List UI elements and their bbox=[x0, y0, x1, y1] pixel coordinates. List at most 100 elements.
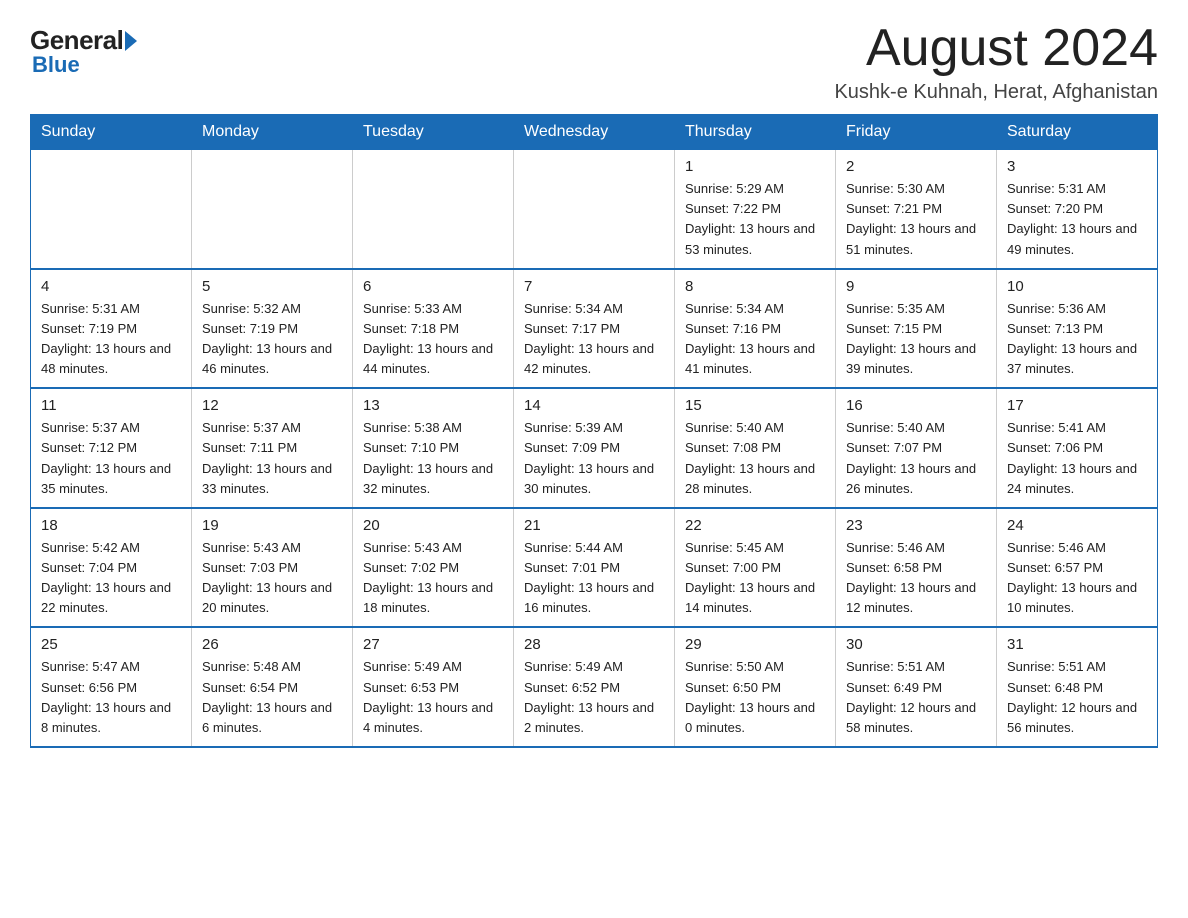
calendar-cell: 3 Sunrise: 5:31 AMSunset: 7:20 PMDaylight… bbox=[997, 150, 1158, 269]
day-info: Sunrise: 5:42 AMSunset: 7:04 PMDaylight:… bbox=[41, 538, 181, 619]
page-header: General Blue August 2024 Kushk-e Kuhnah,… bbox=[30, 20, 1158, 104]
calendar-week-row: 25 Sunrise: 5:47 AMSunset: 6:56 PMDayligh… bbox=[31, 627, 1158, 747]
calendar-cell: 2Sunrise: 5:30 AMSunset: 7:21 PMDaylight… bbox=[836, 150, 997, 269]
day-info: Sunrise: 5:51 AMSunset: 6:49 PMDaylight:… bbox=[846, 657, 986, 738]
day-info: Sunrise: 5:44 AMSunset: 7:01 PMDaylight:… bbox=[524, 538, 664, 619]
calendar-cell: 25 Sunrise: 5:47 AMSunset: 6:56 PMDayligh… bbox=[31, 627, 192, 747]
calendar-cell: 21 Sunrise: 5:44 AMSunset: 7:01 PMDayligh… bbox=[514, 508, 675, 628]
calendar-cell: 9 Sunrise: 5:35 AMSunset: 7:15 PMDaylight… bbox=[836, 269, 997, 389]
calendar-cell: 4Sunrise: 5:31 AMSunset: 7:19 PMDaylight… bbox=[31, 269, 192, 389]
calendar-body: 1 Sunrise: 5:29 AMSunset: 7:22 PMDaylight… bbox=[31, 150, 1158, 747]
calendar-table: SundayMondayTuesdayWednesdayThursdayFrid… bbox=[30, 114, 1158, 748]
day-info: Sunrise: 5:49 AMSunset: 6:52 PMDaylight:… bbox=[524, 657, 664, 738]
day-info: Sunrise: 5:51 AMSunset: 6:48 PMDaylight:… bbox=[1007, 657, 1147, 738]
logo: General Blue bbox=[30, 20, 138, 78]
day-info: Sunrise: 5:34 AMSunset: 7:17 PMDaylight:… bbox=[524, 299, 664, 380]
day-number: 23 bbox=[846, 517, 986, 534]
calendar-cell: 18 Sunrise: 5:42 AMSunset: 7:04 PMDayligh… bbox=[31, 508, 192, 628]
title-block: August 2024 Kushk-e Kuhnah, Herat, Afgha… bbox=[834, 20, 1158, 104]
logo-triangle-icon bbox=[125, 31, 137, 51]
day-info: Sunrise: 5:46 AMSunset: 6:57 PMDaylight:… bbox=[1007, 538, 1147, 619]
calendar-cell: 27 Sunrise: 5:49 AMSunset: 6:53 PMDayligh… bbox=[353, 627, 514, 747]
day-number: 26 bbox=[202, 636, 342, 653]
calendar-cell: 11 Sunrise: 5:37 AMSunset: 7:12 PMDayligh… bbox=[31, 388, 192, 508]
day-number: 13 bbox=[363, 397, 503, 414]
day-number: 21 bbox=[524, 517, 664, 534]
calendar-cell: 28 Sunrise: 5:49 AMSunset: 6:52 PMDayligh… bbox=[514, 627, 675, 747]
calendar-cell: 30 Sunrise: 5:51 AMSunset: 6:49 PMDayligh… bbox=[836, 627, 997, 747]
day-number: 1 bbox=[685, 158, 825, 175]
calendar-cell: 22 Sunrise: 5:45 AMSunset: 7:00 PMDayligh… bbox=[675, 508, 836, 628]
calendar-cell: 10Sunrise: 5:36 AMSunset: 7:13 PMDayligh… bbox=[997, 269, 1158, 389]
calendar-cell: 17 Sunrise: 5:41 AMSunset: 7:06 PMDayligh… bbox=[997, 388, 1158, 508]
calendar-cell: 5 Sunrise: 5:32 AMSunset: 7:19 PMDaylight… bbox=[192, 269, 353, 389]
calendar-cell: 15 Sunrise: 5:40 AMSunset: 7:08 PMDayligh… bbox=[675, 388, 836, 508]
day-number: 30 bbox=[846, 636, 986, 653]
day-info: Sunrise: 5:35 AMSunset: 7:15 PMDaylight:… bbox=[846, 299, 986, 380]
day-info: Sunrise: 5:43 AMSunset: 7:03 PMDaylight:… bbox=[202, 538, 342, 619]
day-number: 24 bbox=[1007, 517, 1147, 534]
day-number: 29 bbox=[685, 636, 825, 653]
day-of-week-header: Saturday bbox=[997, 115, 1158, 150]
day-number: 3 bbox=[1007, 158, 1147, 175]
day-number: 22 bbox=[685, 517, 825, 534]
day-info: Sunrise: 5:41 AMSunset: 7:06 PMDaylight:… bbox=[1007, 418, 1147, 499]
calendar-cell: 13 Sunrise: 5:38 AMSunset: 7:10 PMDayligh… bbox=[353, 388, 514, 508]
day-number: 11 bbox=[41, 397, 181, 414]
day-info: Sunrise: 5:47 AMSunset: 6:56 PMDaylight:… bbox=[41, 657, 181, 738]
calendar-week-row: 1 Sunrise: 5:29 AMSunset: 7:22 PMDaylight… bbox=[31, 150, 1158, 269]
day-number: 7 bbox=[524, 278, 664, 295]
day-info: Sunrise: 5:50 AMSunset: 6:50 PMDaylight:… bbox=[685, 657, 825, 738]
calendar-cell: 7 Sunrise: 5:34 AMSunset: 7:17 PMDaylight… bbox=[514, 269, 675, 389]
calendar-cell: 8 Sunrise: 5:34 AMSunset: 7:16 PMDaylight… bbox=[675, 269, 836, 389]
day-of-week-header: Friday bbox=[836, 115, 997, 150]
day-number: 15 bbox=[685, 397, 825, 414]
day-number: 19 bbox=[202, 517, 342, 534]
day-of-week-header: Thursday bbox=[675, 115, 836, 150]
location-title: Kushk-e Kuhnah, Herat, Afghanistan bbox=[834, 81, 1158, 104]
day-number: 27 bbox=[363, 636, 503, 653]
days-of-week-row: SundayMondayTuesdayWednesdayThursdayFrid… bbox=[31, 115, 1158, 150]
day-info: Sunrise: 5:45 AMSunset: 7:00 PMDaylight:… bbox=[685, 538, 825, 619]
calendar-cell: 31Sunrise: 5:51 AMSunset: 6:48 PMDayligh… bbox=[997, 627, 1158, 747]
day-of-week-header: Monday bbox=[192, 115, 353, 150]
day-info: Sunrise: 5:37 AMSunset: 7:11 PMDaylight:… bbox=[202, 418, 342, 499]
month-title: August 2024 bbox=[834, 20, 1158, 77]
day-info: Sunrise: 5:34 AMSunset: 7:16 PMDaylight:… bbox=[685, 299, 825, 380]
calendar-week-row: 11 Sunrise: 5:37 AMSunset: 7:12 PMDayligh… bbox=[31, 388, 1158, 508]
calendar-cell: 12Sunrise: 5:37 AMSunset: 7:11 PMDayligh… bbox=[192, 388, 353, 508]
day-number: 4 bbox=[41, 278, 181, 295]
day-info: Sunrise: 5:32 AMSunset: 7:19 PMDaylight:… bbox=[202, 299, 342, 380]
day-number: 25 bbox=[41, 636, 181, 653]
day-info: Sunrise: 5:40 AMSunset: 7:08 PMDaylight:… bbox=[685, 418, 825, 499]
day-info: Sunrise: 5:43 AMSunset: 7:02 PMDaylight:… bbox=[363, 538, 503, 619]
calendar-cell bbox=[514, 150, 675, 269]
day-info: Sunrise: 5:31 AMSunset: 7:20 PMDaylight:… bbox=[1007, 179, 1147, 260]
day-number: 14 bbox=[524, 397, 664, 414]
calendar-cell: 26 Sunrise: 5:48 AMSunset: 6:54 PMDayligh… bbox=[192, 627, 353, 747]
day-number: 5 bbox=[202, 278, 342, 295]
day-info: Sunrise: 5:37 AMSunset: 7:12 PMDaylight:… bbox=[41, 418, 181, 499]
day-number: 10 bbox=[1007, 278, 1147, 295]
day-number: 17 bbox=[1007, 397, 1147, 414]
calendar-week-row: 18 Sunrise: 5:42 AMSunset: 7:04 PMDayligh… bbox=[31, 508, 1158, 628]
day-info: Sunrise: 5:39 AMSunset: 7:09 PMDaylight:… bbox=[524, 418, 664, 499]
day-number: 28 bbox=[524, 636, 664, 653]
day-info: Sunrise: 5:29 AMSunset: 7:22 PMDaylight:… bbox=[685, 179, 825, 260]
day-number: 18 bbox=[41, 517, 181, 534]
calendar-cell bbox=[353, 150, 514, 269]
day-info: Sunrise: 5:38 AMSunset: 7:10 PMDaylight:… bbox=[363, 418, 503, 499]
day-number: 9 bbox=[846, 278, 986, 295]
calendar-cell: 6Sunrise: 5:33 AMSunset: 7:18 PMDaylight… bbox=[353, 269, 514, 389]
day-of-week-header: Tuesday bbox=[353, 115, 514, 150]
calendar-cell: 16Sunrise: 5:40 AMSunset: 7:07 PMDayligh… bbox=[836, 388, 997, 508]
day-info: Sunrise: 5:48 AMSunset: 6:54 PMDaylight:… bbox=[202, 657, 342, 738]
day-number: 8 bbox=[685, 278, 825, 295]
day-info: Sunrise: 5:49 AMSunset: 6:53 PMDaylight:… bbox=[363, 657, 503, 738]
calendar-week-row: 4Sunrise: 5:31 AMSunset: 7:19 PMDaylight… bbox=[31, 269, 1158, 389]
calendar-cell: 24 Sunrise: 5:46 AMSunset: 6:57 PMDayligh… bbox=[997, 508, 1158, 628]
day-info: Sunrise: 5:40 AMSunset: 7:07 PMDaylight:… bbox=[846, 418, 986, 499]
day-number: 20 bbox=[363, 517, 503, 534]
calendar-header: SundayMondayTuesdayWednesdayThursdayFrid… bbox=[31, 115, 1158, 150]
day-info: Sunrise: 5:33 AMSunset: 7:18 PMDaylight:… bbox=[363, 299, 503, 380]
